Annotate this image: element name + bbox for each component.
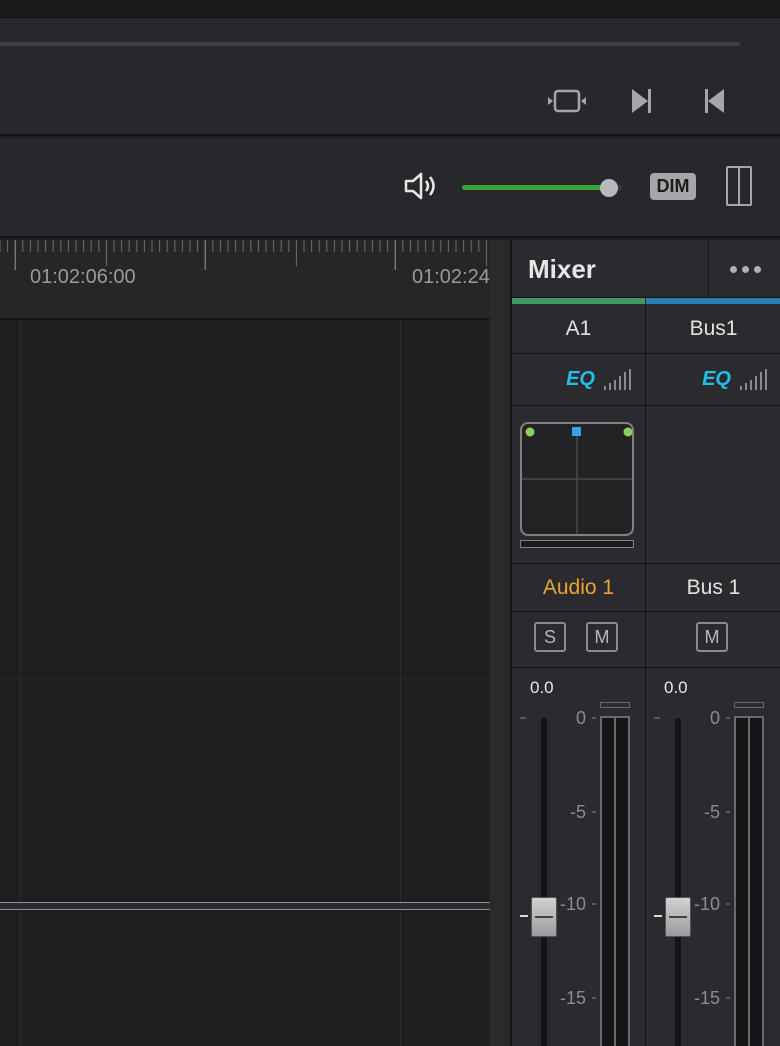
monitor-toolbar: DIM <box>0 138 780 238</box>
dot-icon <box>754 265 761 273</box>
pan-cell-a1 <box>512 406 646 564</box>
fader-strip-a1: 0.0 0 -5 -10 -15 <box>512 668 646 1046</box>
pan-control[interactable] <box>520 422 634 536</box>
mixer-title: Mixer <box>528 254 596 284</box>
fader-handle[interactable] <box>531 897 557 937</box>
signal-bars-icon <box>740 368 767 390</box>
timecode-label: 01:02:24:00 <box>412 266 490 288</box>
top-strip <box>0 0 780 18</box>
volume-knob[interactable] <box>600 179 619 197</box>
go-to-start-button[interactable] <box>694 82 736 120</box>
peak-indicator <box>734 702 764 708</box>
track-name-bus1[interactable]: Bus 1 <box>646 564 780 612</box>
fairlight-page: DIM 01:02:06:00 01:02:24:00 Mixer <box>0 0 780 1046</box>
more-options-button[interactable] <box>708 240 780 298</box>
timeline-ruler[interactable]: 01:02:06:00 01:02:24:00 <box>0 240 490 320</box>
track-name-audio1[interactable]: Audio 1 <box>512 564 646 612</box>
dim-button[interactable]: DIM <box>650 173 696 200</box>
speaker-icon[interactable] <box>402 168 442 204</box>
channel-id-a1[interactable]: A1 <box>512 304 646 354</box>
scale-label: -15 <box>693 988 720 1008</box>
scale-label: 0 <box>709 708 720 728</box>
dot-icon <box>730 265 737 273</box>
fit-icon <box>548 89 586 113</box>
grid-line <box>400 320 401 1046</box>
scale-label: 0 <box>575 708 586 728</box>
scale-label: -5 <box>569 802 586 822</box>
volume-fill <box>462 185 610 190</box>
skip-forward-icon <box>632 89 651 113</box>
timecode-label: 01:02:06:00 <box>30 266 136 288</box>
timeline-edge <box>490 240 510 1046</box>
scale-label: -5 <box>703 802 720 822</box>
mute-button[interactable]: M <box>586 622 618 652</box>
mute-button[interactable]: M <box>696 622 728 652</box>
transport-bar <box>0 18 780 136</box>
peak-indicator <box>600 702 630 708</box>
pan-bar[interactable] <box>520 540 634 548</box>
solo-mute-cell-a1: S M <box>512 612 646 668</box>
fader-track[interactable] <box>675 718 681 1046</box>
scale-label: -15 <box>559 988 586 1008</box>
timeline-area[interactable]: 01:02:06:00 01:02:24:00 <box>0 240 490 1046</box>
fader-track[interactable] <box>541 718 547 1046</box>
fader-handle[interactable] <box>665 897 691 937</box>
eq-button-a1[interactable]: EQ <box>512 354 646 406</box>
skip-back-icon <box>705 89 724 113</box>
panel-layout-icon[interactable] <box>726 166 752 206</box>
pan-cell-bus1 <box>646 406 780 564</box>
grid-line <box>20 320 21 1046</box>
dot-icon <box>742 265 749 273</box>
mixer-panel: Mixer A1 Bus1 EQ EQ Audio 1 Bus 1 S M M … <box>510 240 780 1046</box>
mixer-header: Mixer <box>512 240 780 298</box>
eq-label: EQ <box>566 368 595 390</box>
eq-label: EQ <box>702 368 731 390</box>
solo-button[interactable]: S <box>534 622 566 652</box>
channel-id-bus1[interactable]: Bus1 <box>646 304 780 354</box>
monitor-volume-slider[interactable] <box>462 179 622 197</box>
pan-grid <box>522 427 632 534</box>
viewer-scrubber[interactable] <box>0 42 740 46</box>
eq-button-bus1[interactable]: EQ <box>646 354 780 406</box>
level-meter <box>734 716 764 1046</box>
solo-mute-cell-bus1: M <box>646 612 780 668</box>
signal-bars-icon <box>604 368 631 390</box>
go-to-end-button[interactable] <box>620 82 662 120</box>
level-meter <box>600 716 630 1046</box>
track-divider <box>0 678 490 679</box>
volume-curve[interactable] <box>0 902 490 910</box>
fader-strip-bus1: 0.0 0 -5 -10 -15 <box>646 668 780 1046</box>
fit-to-window-button[interactable] <box>546 82 588 120</box>
